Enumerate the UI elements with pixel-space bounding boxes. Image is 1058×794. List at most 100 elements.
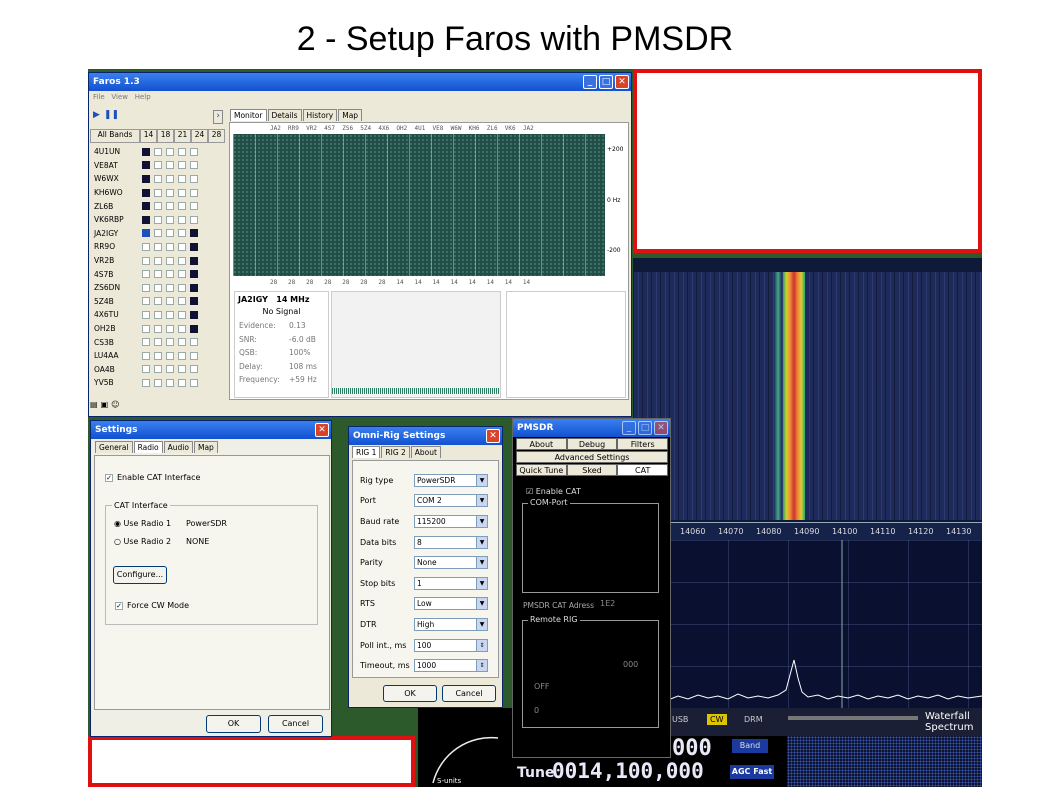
omnirig-field[interactable]: 1000 ⇕	[414, 659, 488, 673]
cancel-button[interactable]: Cancel	[268, 715, 323, 733]
configure-button[interactable]: Configure...	[113, 566, 167, 584]
tab-map[interactable]: Map	[338, 109, 363, 121]
band-checkbox[interactable]	[166, 174, 174, 183]
tune-frequency[interactable]: 0014,100,000	[552, 759, 704, 783]
band-checkbox[interactable]	[190, 351, 198, 360]
band-header-18[interactable]: 18	[157, 129, 174, 143]
all-bands-button[interactable]: All Bands	[90, 129, 140, 143]
band-checkbox[interactable]	[154, 338, 162, 347]
station-row[interactable]: ZL6B	[90, 199, 226, 213]
sdr-slider[interactable]	[788, 716, 918, 720]
chevron-down-icon[interactable]: ▼	[476, 474, 487, 486]
band-checkbox[interactable]	[178, 174, 186, 183]
tab-map[interactable]: Map	[193, 441, 218, 453]
tab-about[interactable]: About	[516, 438, 567, 450]
band-checkbox[interactable]	[154, 297, 162, 306]
omnirig-field[interactable]: 115200 ▼	[414, 514, 488, 528]
band-checkbox[interactable]	[190, 174, 198, 183]
band-checkbox[interactable]	[166, 338, 174, 347]
pmsdr-enable-cat[interactable]: ☑ Enable CAT	[526, 487, 581, 496]
band-checkbox[interactable]	[190, 283, 198, 292]
band-checkbox[interactable]	[154, 310, 162, 319]
band-checkbox[interactable]	[166, 242, 174, 251]
band-checkbox[interactable]	[190, 161, 198, 170]
band-checkbox[interactable]	[166, 202, 174, 211]
band-checkbox[interactable]	[178, 188, 186, 197]
band-checkbox[interactable]	[178, 147, 186, 156]
band-checkbox[interactable]	[190, 242, 198, 251]
band-checkbox[interactable]	[190, 324, 198, 333]
usb-mode-button[interactable]: USB	[672, 715, 688, 724]
tab-monitor[interactable]: Monitor	[230, 109, 267, 121]
tab-cat[interactable]: CAT	[617, 464, 669, 476]
band-checkbox[interactable]	[190, 202, 198, 211]
band-checkbox[interactable]	[154, 174, 162, 183]
band-checkbox[interactable]	[178, 242, 186, 251]
band-checkbox[interactable]	[166, 188, 174, 197]
band-checkbox[interactable]	[154, 256, 162, 265]
cw-mode-button[interactable]: CW	[707, 714, 727, 725]
band-checkbox[interactable]	[178, 297, 186, 306]
band-checkbox[interactable]	[190, 270, 198, 279]
close-icon[interactable]: ✕	[486, 429, 500, 443]
tab-history[interactable]: History	[302, 109, 338, 121]
station-row[interactable]: YV5B	[90, 376, 226, 390]
radio1-option[interactable]: ◉ Use Radio 1	[114, 519, 171, 528]
tab-about[interactable]: About	[410, 446, 441, 458]
station-row[interactable]: OH2B	[90, 322, 226, 336]
band-checkbox[interactable]	[142, 297, 150, 306]
send-cat-option[interactable]: ☐ Send CAT commands to RIG	[530, 633, 652, 642]
next-icon[interactable]: ›	[213, 110, 223, 124]
station-row[interactable]: 5Z4B	[90, 295, 226, 309]
band-checkbox[interactable]	[154, 283, 162, 292]
baud-select[interactable]: 115200	[593, 522, 641, 531]
maximize-icon[interactable]: □	[638, 421, 652, 435]
band-checkbox[interactable]	[154, 378, 162, 387]
band-checkbox[interactable]	[190, 365, 198, 374]
station-row[interactable]: OA4B	[90, 363, 226, 377]
band-header-28[interactable]: 28	[208, 129, 225, 143]
band-checkbox[interactable]	[154, 270, 162, 279]
chevron-down-icon[interactable]: ▼	[476, 495, 487, 507]
close-icon[interactable]: ✕	[615, 75, 629, 89]
band-checkbox[interactable]	[178, 202, 186, 211]
band-checkbox[interactable]	[178, 351, 186, 360]
band-checkbox[interactable]	[166, 229, 174, 238]
minimize-icon[interactable]: _	[622, 421, 636, 435]
force-cw-checkbox[interactable]: ✓	[115, 601, 123, 610]
omnirig-field[interactable]: 8 ▼	[414, 535, 488, 549]
agc-button[interactable]: AGC Fast	[730, 765, 774, 779]
chevron-down-icon[interactable]: ⇕	[476, 639, 487, 651]
station-row[interactable]: 4U1UN	[90, 145, 226, 159]
stopbits-select[interactable]: 1	[612, 555, 636, 564]
menu-file[interactable]: File	[93, 93, 105, 101]
tab-advanced-settings[interactable]: Advanced Settings	[516, 451, 668, 463]
omnirig-titlebar[interactable]: Omni-Rig Settings ✕	[349, 427, 502, 445]
station-row[interactable]: LU4AA	[90, 349, 226, 363]
band-checkbox[interactable]	[178, 324, 186, 333]
band-checkbox[interactable]	[166, 310, 174, 319]
band-checkbox[interactable]	[178, 365, 186, 374]
close-icon[interactable]: ✕	[654, 421, 668, 435]
band-checkbox[interactable]	[166, 324, 174, 333]
band-checkbox[interactable]	[190, 256, 198, 265]
band-checkbox[interactable]	[154, 215, 162, 224]
band-checkbox[interactable]	[178, 229, 186, 238]
band-checkbox[interactable]	[142, 283, 150, 292]
maximize-icon[interactable]: □	[599, 75, 613, 89]
map-icon[interactable]: ▣	[101, 400, 109, 414]
radio2-option[interactable]: ○ Use Radio 2	[114, 537, 171, 546]
cat-address-field[interactable]: 1E2	[600, 599, 624, 608]
tab-radio[interactable]: Radio	[133, 441, 163, 453]
rig-adr-field[interactable]: 000	[623, 660, 653, 669]
station-row[interactable]: KH6WO	[90, 186, 226, 200]
band-checkbox[interactable]	[178, 270, 186, 279]
faros-titlebar[interactable]: Faros 1.3 _ □ ✕	[89, 73, 631, 91]
band-header-21[interactable]: 21	[174, 129, 191, 143]
station-row[interactable]: ZS6DN	[90, 281, 226, 295]
band-checkbox[interactable]	[142, 147, 150, 156]
station-row[interactable]: JA2IGY	[90, 227, 226, 241]
ok-button[interactable]: OK	[206, 715, 261, 733]
settings-titlebar[interactable]: Settings ✕	[91, 421, 331, 439]
band-checkbox[interactable]	[178, 338, 186, 347]
